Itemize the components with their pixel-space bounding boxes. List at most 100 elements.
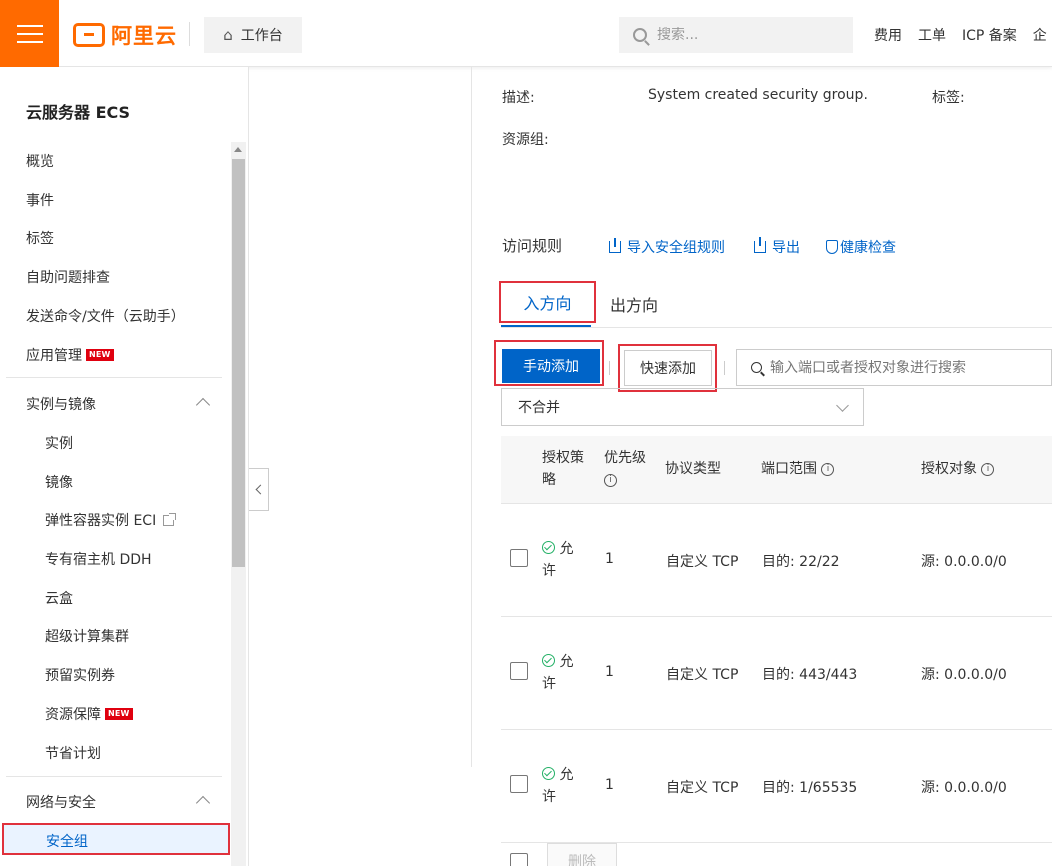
sidebar-item-label: 实例 xyxy=(45,436,73,452)
sidebar-item-instance[interactable]: 实例 xyxy=(45,433,73,453)
row-checkbox[interactable] xyxy=(510,775,528,793)
sidebar-item-label: 资源保障 xyxy=(45,707,101,723)
sidebar-item-image[interactable]: 镜像 xyxy=(45,472,73,492)
merge-select[interactable]: 不合并 xyxy=(501,388,864,426)
col-port-label: 端口范围 xyxy=(761,461,817,477)
global-search-input[interactable] xyxy=(657,27,827,43)
sidebar-item-security-group[interactable]: 安全组 xyxy=(2,823,230,855)
chevron-down-icon xyxy=(836,399,849,412)
delete-button[interactable]: 删除 xyxy=(547,843,617,866)
export-label: 导出 xyxy=(772,240,800,256)
sidebar-item-label: 镜像 xyxy=(45,475,73,491)
table-row: 允许 1 自定义 TCP 目的: 22/22 源: 0.0.0.0/0 xyxy=(501,504,1052,617)
sidebar-item-ddh[interactable]: 专有宿主机 DDH xyxy=(45,549,152,569)
row-protocol: 自定义 TCP xyxy=(666,780,739,796)
sidebar-divider xyxy=(6,377,222,378)
row-port: 目的: 1/65535 xyxy=(762,780,858,796)
scroll-up-arrow-icon[interactable] xyxy=(234,147,242,152)
rule-search[interactable] xyxy=(736,349,1052,386)
sidebar-item-label: 安全组 xyxy=(46,834,88,850)
new-badge: NEW xyxy=(86,349,114,361)
col-target-label: 授权对象 xyxy=(921,461,977,477)
sidebar-item-label: 发送命令/文件（云助手） xyxy=(26,309,185,325)
manual-add-button[interactable]: 手动添加 xyxy=(502,349,600,383)
sidebar-item-app-management[interactable]: 应用管理 NEW xyxy=(26,345,114,365)
select-all-checkbox[interactable] xyxy=(510,853,528,866)
top-link-ticket[interactable]: 工单 xyxy=(918,25,946,45)
sidebar-item-cloudbox[interactable]: 云盒 xyxy=(45,588,73,608)
quick-add-button[interactable]: 快速添加 xyxy=(624,350,712,386)
import-rules-link[interactable]: 导入安全组规则 xyxy=(609,237,725,257)
col-policy: 授权策略 xyxy=(542,450,584,488)
sidebar-item-label: 预留实例券 xyxy=(45,668,115,684)
sidebar-scroll-thumb[interactable] xyxy=(232,159,245,567)
top-link-billing[interactable]: 费用 xyxy=(874,25,902,45)
export-link[interactable]: 导出 xyxy=(754,237,800,257)
sidebar-item-overview[interactable]: 概览 xyxy=(26,151,54,171)
external-link-icon xyxy=(163,512,177,526)
sidebar-item-reserved[interactable]: 预留实例券 xyxy=(45,665,115,685)
col-priority-label: 优先级 xyxy=(604,450,646,466)
tab-inbound[interactable]: 入方向 xyxy=(499,281,596,323)
toolbar-separator xyxy=(724,361,725,375)
upload-icon xyxy=(609,238,621,253)
workbench-button[interactable]: ⌂ 工作台 xyxy=(204,17,302,53)
import-rules-label: 导入安全组规则 xyxy=(627,240,725,256)
sidebar-item-capacity[interactable]: 资源保障 NEW xyxy=(45,704,133,724)
sidebar-item-scc[interactable]: 超级计算集群 xyxy=(45,626,129,646)
logo[interactable]: 阿里云 xyxy=(73,20,177,50)
sidebar-item-eci[interactable]: 弹性容器实例 ECI xyxy=(45,510,177,530)
row-policy: 允许 xyxy=(542,538,582,582)
sidebar-item-label: 超级计算集群 xyxy=(45,629,129,645)
top-link-icp[interactable]: ICP 备案 xyxy=(962,25,1017,45)
row-target: 源: 0.0.0.0/0 xyxy=(921,554,1007,570)
row-protocol: 自定义 TCP xyxy=(666,554,739,570)
tabs-baseline xyxy=(501,327,1052,328)
health-check-link[interactable]: 健康检查 xyxy=(826,237,896,257)
global-search[interactable] xyxy=(619,17,853,53)
info-icon[interactable]: i xyxy=(604,473,617,487)
col-priority[interactable]: 优先级 i xyxy=(604,447,654,491)
new-badge: NEW xyxy=(105,708,133,720)
download-icon xyxy=(754,237,766,253)
tab-outbound[interactable]: 出方向 xyxy=(610,292,658,316)
menu-icon[interactable] xyxy=(0,0,59,67)
chevron-left-icon xyxy=(255,484,265,495)
rule-search-input[interactable] xyxy=(770,359,1050,376)
sidebar: 云服务器 ECS 概览 事件 标签 自助问题排查 发送命令/文件（云助手） 应用… xyxy=(0,67,249,866)
sidebar-item-troubleshoot[interactable]: 自助问题排查 xyxy=(26,267,110,287)
tags-label: 标签: xyxy=(932,90,965,106)
sidebar-item-events[interactable]: 事件 xyxy=(26,190,54,210)
sidebar-item-label: 自助问题排查 xyxy=(26,270,110,286)
top-link-enterprise[interactable]: 企 xyxy=(1033,25,1047,45)
sidebar-item-label: 云盒 xyxy=(45,591,73,607)
sidebar-item-tags[interactable]: 标签 xyxy=(26,228,54,248)
logo-text: 阿里云 xyxy=(111,24,177,48)
rules-table-header: 授权策略 优先级 i 协议类型 端口范围 i 授权对象 i xyxy=(501,436,1052,504)
shield-check-icon xyxy=(826,240,838,254)
sidebar-item-cloud-assistant[interactable]: 发送命令/文件（云助手） xyxy=(26,306,185,326)
chevron-up-icon[interactable] xyxy=(195,795,211,811)
content-divider xyxy=(471,67,472,767)
row-target: 源: 0.0.0.0/0 xyxy=(921,780,1007,796)
sidebar-group-instances[interactable]: 实例与镜像 xyxy=(26,394,96,414)
workbench-label: 工作台 xyxy=(240,28,283,44)
sidebar-item-label: 事件 xyxy=(26,193,54,209)
row-checkbox[interactable] xyxy=(510,549,528,567)
row-port: 目的: 22/22 xyxy=(762,554,840,570)
row-protocol: 自定义 TCP xyxy=(666,667,739,683)
sidebar-group-network[interactable]: 网络与安全 xyxy=(26,792,96,812)
info-icon[interactable]: i xyxy=(981,462,995,476)
aliyun-logo-icon xyxy=(73,23,105,47)
row-checkbox[interactable] xyxy=(510,662,528,680)
table-row: 允许 1 自定义 TCP 目的: 1/65535 源: 0.0.0.0/0 xyxy=(501,730,1052,843)
sidebar-collapse-button[interactable] xyxy=(249,468,269,511)
row-port: 目的: 443/443 xyxy=(762,667,858,683)
sidebar-item-savings-plan[interactable]: 节省计划 xyxy=(45,743,101,763)
resource-group-label: 资源组: xyxy=(502,132,549,148)
row-priority: 1 xyxy=(605,664,614,680)
info-icon[interactable]: i xyxy=(821,462,835,476)
top-links: 费用 工单 ICP 备案 企 xyxy=(874,25,1047,45)
row-policy: 允许 xyxy=(542,651,582,695)
chevron-up-icon[interactable] xyxy=(195,397,211,413)
